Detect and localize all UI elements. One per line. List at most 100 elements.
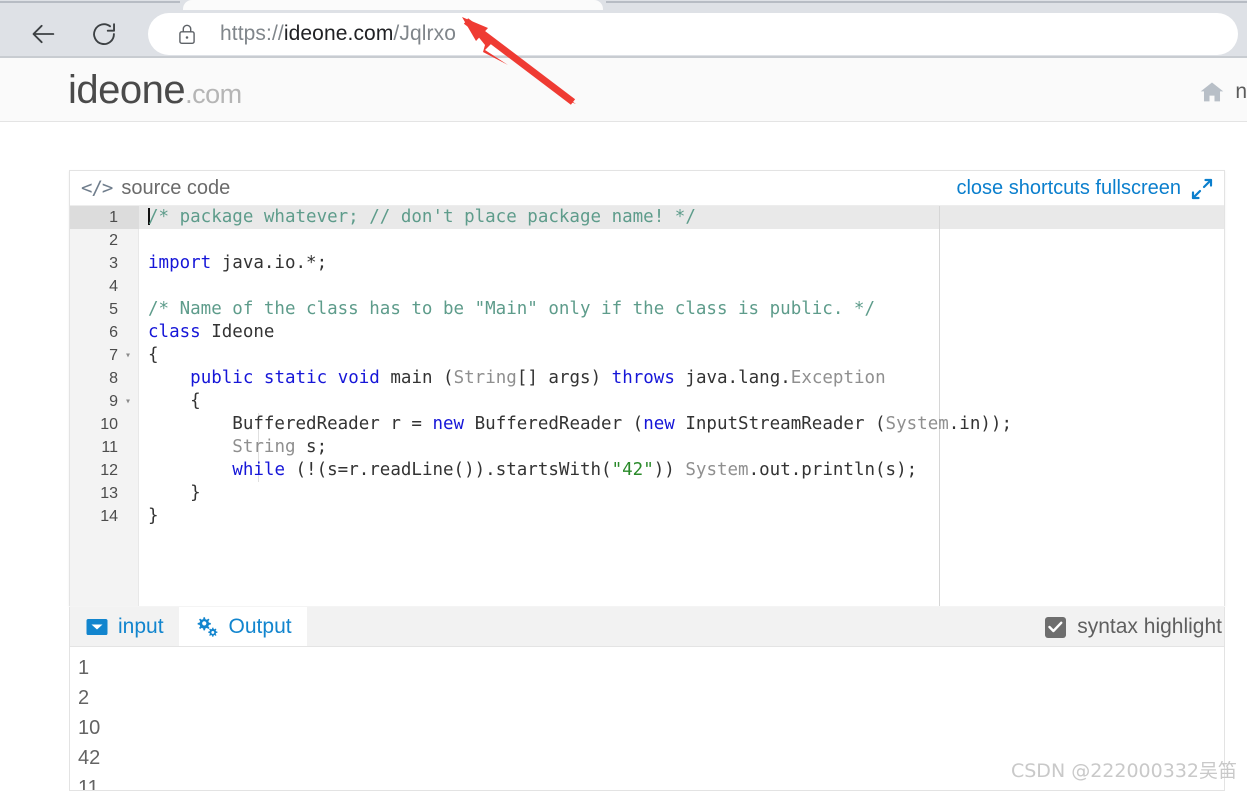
code-token: System: [685, 460, 749, 480]
tab-input[interactable]: input: [70, 607, 179, 646]
code-line[interactable]: 1 /* package whatever; // don't place pac…: [70, 206, 1224, 229]
code-token: void: [337, 368, 380, 388]
code-token: Exception: [790, 368, 886, 388]
logo-brand: ideone: [68, 68, 186, 112]
fold-toggle-icon[interactable]: ▾: [122, 344, 134, 367]
line-number: 13: [100, 485, 118, 502]
tab-input-label: input: [118, 614, 164, 638]
code-line[interactable]: 11 String s;: [70, 436, 1224, 459]
back-arrow-icon: [32, 24, 55, 44]
editor-actions[interactable]: close shortcuts fullscreen: [956, 171, 1214, 206]
expand-glyph: [1191, 178, 1213, 199]
code-text: {: [148, 390, 201, 413]
home-icon[interactable]: [1199, 79, 1225, 105]
line-number: 2: [109, 232, 118, 249]
code-token: )): [653, 460, 686, 480]
code-line[interactable]: 4: [70, 275, 1224, 298]
line-number: 14: [100, 508, 118, 525]
tab-strip: [0, 0, 1247, 10]
padlock-glyph: [179, 24, 195, 44]
tab-strip-line-right: [606, 1, 1247, 3]
code-token: public: [190, 368, 254, 388]
code-token: static: [263, 368, 328, 388]
code-token: "42": [611, 460, 654, 480]
code-line[interactable]: 7 ▾ {: [70, 344, 1224, 367]
output-line: 1: [78, 657, 90, 679]
code-line[interactable]: 13 }: [70, 482, 1224, 505]
code-token: main (: [379, 368, 454, 388]
url-scheme: https://: [220, 22, 284, 45]
code-line[interactable]: 5 /* Name of the class has to be "Main" o…: [70, 298, 1224, 321]
site-header: ideone.com n: [0, 58, 1247, 122]
syntax-highlight-checkbox[interactable]: [1045, 616, 1067, 638]
code-line[interactable]: 8 public static void main (String[] args…: [70, 367, 1224, 390]
code-line[interactable]: 2: [70, 229, 1224, 252]
gears-glyph: [197, 616, 217, 637]
code-token: import: [148, 253, 212, 273]
code-token: /* package whatever; // don't place pack…: [148, 207, 696, 227]
code-lines[interactable]: 1 /* package whatever; // don't place pac…: [70, 206, 1224, 528]
check-icon: [1048, 621, 1063, 633]
code-line[interactable]: 14}: [70, 505, 1224, 528]
source-code-panel: </> source code close shortcuts fullscre…: [69, 170, 1225, 606]
code-token: /* Name of the class has to be "Main" on…: [148, 299, 875, 319]
tab-output-label: Output: [228, 614, 292, 638]
code-text: /* Name of the class has to be "Main" on…: [148, 298, 875, 321]
tab-output[interactable]: Output: [178, 607, 307, 646]
site-logo[interactable]: ideone.com: [68, 66, 242, 118]
code-token: BufferedReader r =: [148, 414, 433, 434]
gears-icon: [194, 615, 220, 639]
line-number: 11: [101, 439, 118, 456]
syntax-highlight-label: syntax highlight: [1077, 615, 1222, 638]
back-button[interactable]: [20, 14, 68, 54]
address-bar[interactable]: https://ideone.com/Jqlrxo: [148, 13, 1238, 55]
code-line[interactable]: 12 while (!(s=r.readLine()).startsWith("…: [70, 459, 1224, 482]
code-line[interactable]: 3 import java.io.*;: [70, 252, 1224, 275]
code-text: while (!(s=r.readLine()).startsWith("42"…: [148, 459, 917, 482]
code-line[interactable]: 10 BufferedReader r = new BufferedReader…: [70, 413, 1224, 436]
line-number: 3: [109, 255, 118, 272]
code-line[interactable]: 6 class Ideone: [70, 321, 1224, 344]
reload-button[interactable]: [80, 14, 128, 54]
header-nav-link[interactable]: n: [1235, 80, 1247, 104]
line-number: 7: [109, 347, 118, 364]
code-token: .in));: [948, 414, 1012, 434]
code-text: }: [148, 505, 159, 528]
code-token: }: [148, 483, 201, 503]
code-token: String: [453, 368, 517, 388]
syntax-highlight-toggle[interactable]: syntax highlight: [1045, 607, 1222, 647]
code-text: }: [148, 482, 201, 505]
header-nav: n: [1199, 78, 1247, 106]
code-token: java.io.*;: [211, 253, 328, 273]
line-number: 10: [100, 416, 118, 433]
code-token: (!(s=r.readLine()).startsWith(: [284, 460, 612, 480]
browser-toolbar: https://ideone.com/Jqlrxo: [0, 10, 1247, 58]
reload-icon: [93, 23, 115, 45]
expand-arrows-icon[interactable]: [1190, 177, 1214, 201]
code-token: [] args): [516, 368, 612, 388]
code-text: BufferedReader r = new BufferedReader (n…: [148, 413, 1012, 436]
code-text: public static void main (String[] args) …: [148, 367, 886, 390]
code-text: /* package whatever; // don't place pack…: [148, 206, 696, 229]
logo-tld: .com: [185, 79, 242, 109]
fold-toggle-icon[interactable]: ▾: [122, 390, 134, 413]
code-text: String s;: [148, 436, 327, 459]
browser-chrome: https://ideone.com/Jqlrxo: [0, 0, 1247, 58]
code-tag-icon: </>: [81, 177, 113, 199]
code-line[interactable]: 9 ▾ {: [70, 390, 1224, 413]
code-editor[interactable]: 1 /* package whatever; // don't place pac…: [70, 206, 1224, 606]
url-text[interactable]: https://ideone.com/Jqlrxo: [220, 22, 456, 46]
editor-title: source code: [121, 176, 231, 199]
editor-header: </> source code close shortcuts fullscre…: [70, 171, 1224, 206]
browser-tab[interactable]: [183, 0, 603, 10]
code-text: class Ideone: [148, 321, 274, 344]
line-number: 1: [109, 209, 118, 226]
lock-icon[interactable]: [176, 22, 198, 46]
output-line: 10: [78, 717, 101, 739]
editor-actions-label[interactable]: close shortcuts fullscreen: [956, 177, 1181, 200]
csdn-watermark: CSDN @222000332吴笛: [1010, 760, 1237, 782]
line-number: 12: [100, 462, 118, 479]
code-token: throws: [611, 368, 675, 388]
